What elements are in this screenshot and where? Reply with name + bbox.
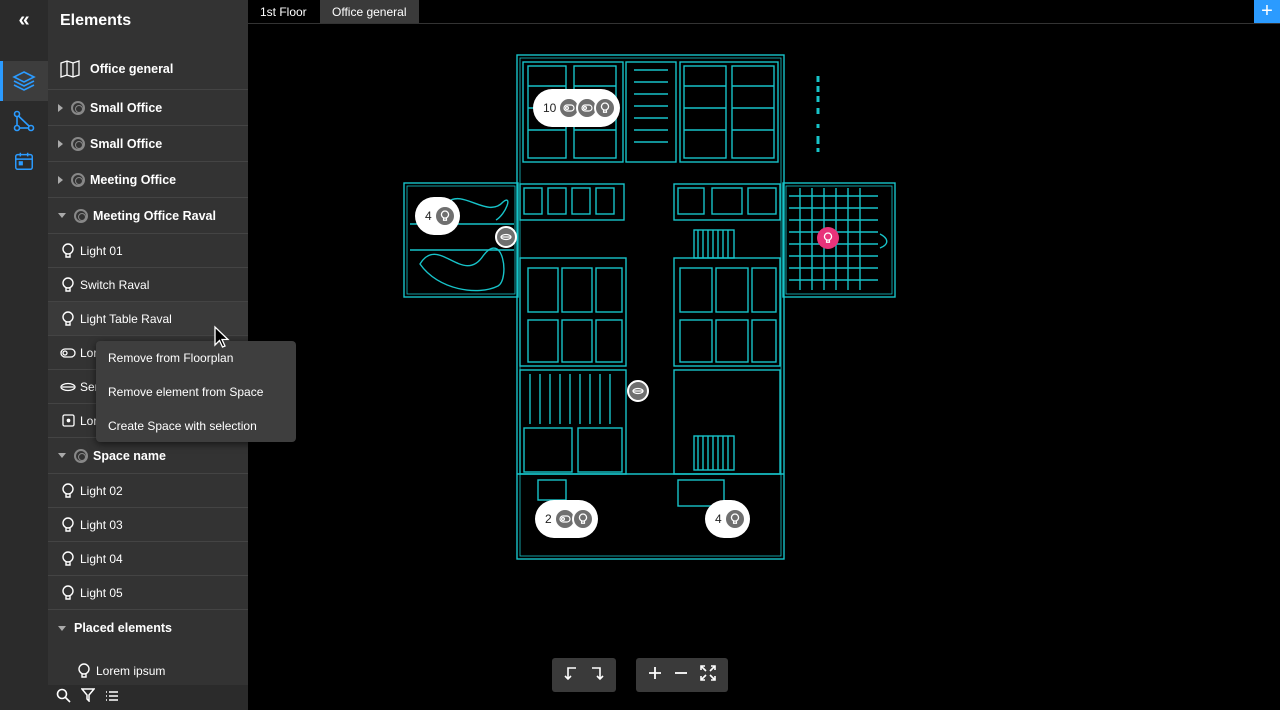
group-label: Small Office <box>90 136 163 151</box>
bulb-icon <box>60 584 76 601</box>
item-label: Light 01 <box>80 243 123 258</box>
zoom-in-icon[interactable] <box>647 665 663 686</box>
map-icon <box>60 59 80 79</box>
calendar-icon[interactable] <box>0 141 48 181</box>
list-item-light-05[interactable]: Light 05 <box>48 576 248 610</box>
rotate-left-icon[interactable] <box>562 664 580 687</box>
collapse-icon[interactable] <box>58 625 66 631</box>
selected-light-pin-icon[interactable] <box>817 227 839 249</box>
item-label: Light 05 <box>80 585 123 600</box>
cluster-badge[interactable]: 2 <box>535 500 598 538</box>
panel-title: Elements <box>60 12 132 29</box>
item-label: Lorem ipsum <box>96 664 166 678</box>
bulb-icon <box>60 242 76 259</box>
sensor-pin-icon[interactable] <box>627 380 649 402</box>
group-label: Meeting Office <box>90 172 177 187</box>
space-icon <box>71 172 85 187</box>
group-space-name[interactable]: Space name <box>48 438 248 474</box>
group-meeting-office[interactable]: Meeting Office <box>48 162 248 198</box>
expand-icon[interactable] <box>58 139 63 148</box>
tab-bar: 1st Floor Office general + <box>248 0 1280 24</box>
space-icon <box>71 136 85 151</box>
list-item-switch-raval[interactable]: Switch Raval <box>48 268 248 302</box>
group-label: Small Office <box>90 100 163 115</box>
space-icon <box>71 100 85 115</box>
cluster-badge[interactable]: 4 <box>415 197 460 235</box>
bulb-icon <box>60 482 76 499</box>
bulb-icon <box>594 97 617 119</box>
expand-icon[interactable] <box>58 103 63 112</box>
cluster-count: 2 <box>545 512 552 526</box>
icon-rail: « <box>0 0 48 710</box>
mouse-cursor <box>213 325 231 354</box>
zoom-controls <box>636 658 728 692</box>
cluster-badge[interactable]: 10 <box>533 89 621 127</box>
sensor-pin-icon[interactable] <box>495 226 517 248</box>
item-label: Light Table Raval <box>80 311 172 326</box>
item-label: Lor <box>80 413 98 428</box>
cluster-count: 4 <box>425 209 432 223</box>
cluster-count: 10 <box>543 101 557 115</box>
add-tab-button[interactable]: + <box>1254 0 1280 23</box>
group-meeting-office-raval[interactable]: Meeting Office Raval <box>48 198 248 234</box>
floorplan-canvas[interactable]: 10 4 2 4 <box>248 24 1280 710</box>
item-label: Light 02 <box>80 483 123 498</box>
zoom-out-icon[interactable] <box>673 665 689 686</box>
remove-from-space-item[interactable]: Remove element from Space <box>108 385 263 399</box>
bulb-icon <box>433 205 456 227</box>
group-small-office-2[interactable]: Small Office <box>48 126 248 162</box>
list-item-light-04[interactable]: Light 04 <box>48 542 248 576</box>
bulb-icon <box>60 276 76 293</box>
fit-screen-icon[interactable] <box>699 664 717 687</box>
sensor-icon <box>60 379 76 395</box>
group-label: Meeting Office Raval <box>93 208 216 223</box>
panel-toolbar <box>48 685 248 710</box>
list-item-light-03[interactable]: Light 03 <box>48 508 248 542</box>
cluster-count: 4 <box>715 512 722 526</box>
list-icon[interactable] <box>105 689 119 707</box>
bulb-icon <box>60 550 76 567</box>
bulb-icon <box>60 516 76 533</box>
socket-icon <box>60 413 76 429</box>
floorplan-drawing <box>403 54 896 560</box>
bulb-icon <box>60 310 76 327</box>
item-label: Light 03 <box>80 517 123 532</box>
collapse-panel-icon[interactable]: « <box>0 0 48 40</box>
collapse-icon[interactable] <box>58 213 66 218</box>
list-item-light-02[interactable]: Light 02 <box>48 474 248 508</box>
toggle-icon <box>60 345 76 361</box>
item-label: Switch Raval <box>80 277 150 292</box>
group-placed-elements[interactable]: Placed elements <box>48 610 248 646</box>
search-icon[interactable] <box>56 688 71 708</box>
list-item-lorem-ipsum[interactable]: Lorem ipsum <box>48 656 248 686</box>
app-root: « Elements Office general Small Office S… <box>0 0 1280 710</box>
collapse-icon[interactable] <box>58 453 66 458</box>
connections-icon[interactable] <box>0 101 48 141</box>
space-icon <box>74 208 88 223</box>
map-item-office-general[interactable]: Office general <box>48 48 248 90</box>
tab-office-general[interactable]: Office general <box>320 0 419 23</box>
expand-icon[interactable] <box>58 175 63 184</box>
bulb-icon <box>76 663 92 679</box>
rotate-controls <box>552 658 616 692</box>
item-label: Lor <box>80 345 98 360</box>
create-space-item[interactable]: Create Space with selection <box>108 419 257 433</box>
cluster-badge[interactable]: 4 <box>705 500 750 538</box>
tab-1st-floor[interactable]: 1st Floor <box>248 0 319 23</box>
list-item-light-01[interactable]: Light 01 <box>48 234 248 268</box>
group-label: Space name <box>93 448 166 463</box>
bulb-icon <box>571 508 594 530</box>
item-label: Light 04 <box>80 551 123 566</box>
layers-icon[interactable] <box>0 61 48 101</box>
group-label: Placed elements <box>74 621 172 635</box>
space-icon <box>74 448 88 463</box>
filter-icon[interactable] <box>80 688 96 707</box>
rotate-right-icon[interactable] <box>588 664 606 687</box>
map-item-label: Office general <box>90 61 174 76</box>
group-small-office-1[interactable]: Small Office <box>48 90 248 126</box>
bulb-icon <box>723 508 746 530</box>
